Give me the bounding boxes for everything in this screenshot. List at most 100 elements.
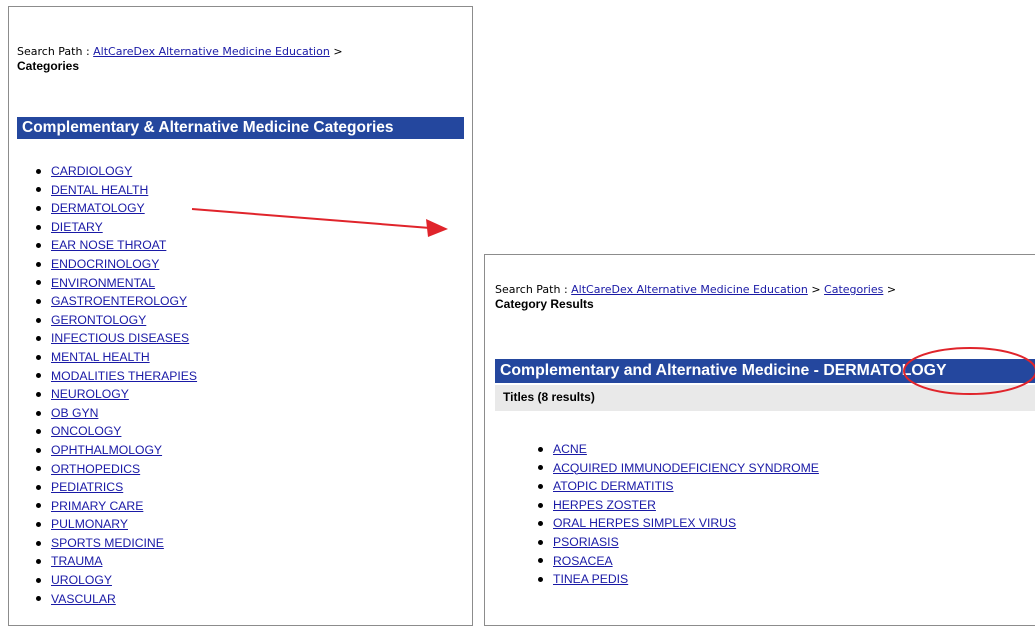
bullet-icon	[36, 187, 41, 193]
bullet-icon	[538, 539, 543, 545]
bullet-icon	[36, 540, 41, 546]
bullet-icon	[36, 336, 41, 342]
title-link[interactable]: ORAL HERPES SIMPLEX VIRUS	[553, 514, 736, 533]
title-item: ACQUIRED IMMUNODEFICIENCY SYNDROME	[538, 459, 819, 478]
title-link[interactable]: ACNE	[553, 440, 587, 459]
bullet-icon	[36, 391, 41, 397]
category-link[interactable]: TRAUMA	[51, 552, 102, 571]
bullet-icon	[36, 522, 41, 528]
category-item: EAR NOSE THROAT	[36, 236, 197, 255]
header-category: DERMATOLOGY	[823, 362, 947, 379]
category-link[interactable]: ONCOLOGY	[51, 422, 121, 441]
category-item: PULMONARY	[36, 515, 197, 534]
title-item: ORAL HERPES SIMPLEX VIRUS	[538, 514, 819, 533]
title-link[interactable]: ACQUIRED IMMUNODEFICIENCY SYNDROME	[553, 459, 819, 478]
category-item: DENTAL HEALTH	[36, 181, 197, 200]
category-link[interactable]: CARDIOLOGY	[51, 162, 132, 181]
page-title: Categories	[17, 59, 80, 73]
category-item: PRIMARY CARE	[36, 497, 197, 516]
results-count: Titles (8 results)	[495, 385, 1035, 411]
category-results-panel: Search Path : AltCareDex Alternative Med…	[484, 254, 1035, 626]
bullet-icon	[36, 168, 41, 174]
bullet-icon	[538, 502, 543, 508]
breadcrumb-separator: >	[333, 45, 343, 58]
category-item: NEUROLOGY	[36, 385, 197, 404]
title-link[interactable]: PSORIASIS	[553, 533, 619, 552]
category-item: GERONTOLOGY	[36, 311, 197, 330]
title-item: ROSACEA	[538, 552, 819, 571]
category-item: OB GYN	[36, 404, 197, 423]
category-list: CARDIOLOGY DENTAL HEALTH DERMATOLOGY DIETAR…	[36, 162, 197, 608]
category-link[interactable]: MENTAL HEALTH	[51, 348, 150, 367]
category-link[interactable]: ORTHOPEDICS	[51, 460, 140, 479]
bullet-icon	[36, 484, 41, 490]
title-link[interactable]: ATOPIC DERMATITIS	[553, 477, 674, 496]
title-link[interactable]: ROSACEA	[553, 552, 613, 571]
category-link[interactable]: OB GYN	[51, 404, 98, 423]
bullet-icon	[36, 224, 41, 230]
category-item: GASTROENTEROLOGY	[36, 292, 197, 311]
category-item: CARDIOLOGY	[36, 162, 197, 181]
categories-panel: Search Path : AltCareDex Alternative Med…	[8, 6, 473, 626]
bullet-icon	[36, 373, 41, 379]
bullet-icon	[36, 447, 41, 453]
bullet-icon	[538, 465, 543, 471]
category-link[interactable]: INFECTIOUS DISEASES	[51, 329, 189, 348]
category-link[interactable]: PEDIATRICS	[51, 478, 123, 497]
category-item: ENVIRONMENTAL	[36, 274, 197, 293]
bullet-icon	[36, 503, 41, 509]
category-item: PEDIATRICS	[36, 478, 197, 497]
page-title: Category Results	[495, 297, 594, 311]
category-item: TRAUMA	[36, 552, 197, 571]
category-item: INFECTIOUS DISEASES	[36, 329, 197, 348]
category-item: DERMATOLOGY	[36, 199, 197, 218]
title-item: ATOPIC DERMATITIS	[538, 477, 819, 496]
category-link[interactable]: ENDOCRINOLOGY	[51, 255, 159, 274]
category-link[interactable]: GASTROENTEROLOGY	[51, 292, 187, 311]
breadcrumb-link-categories[interactable]: Categories	[824, 283, 883, 296]
breadcrumb-separator: >	[886, 283, 897, 296]
header-prefix: Complementary and Alternative Medicine -	[500, 362, 824, 379]
title-item: HERPES ZOSTER	[538, 496, 819, 515]
title-link[interactable]: HERPES ZOSTER	[553, 496, 656, 515]
category-link[interactable]: DERMATOLOGY	[51, 199, 145, 218]
title-list: ACNE ACQUIRED IMMUNODEFICIENCY SYNDROME AT…	[538, 440, 819, 589]
category-item: ORTHOPEDICS	[36, 460, 197, 479]
title-item: PSORIASIS	[538, 533, 819, 552]
category-link[interactable]: UROLOGY	[51, 571, 112, 590]
category-link[interactable]: DIETARY	[51, 218, 103, 237]
title-item: ACNE	[538, 440, 819, 459]
bullet-icon	[538, 576, 543, 582]
bullet-icon	[36, 577, 41, 583]
breadcrumb: Search Path : AltCareDex Alternative Med…	[17, 45, 457, 73]
category-link[interactable]: SPORTS MEDICINE	[51, 534, 164, 553]
bullet-icon	[36, 410, 41, 416]
breadcrumb-link-home[interactable]: AltCareDex Alternative Medicine Educatio…	[571, 283, 808, 296]
bullet-icon	[538, 558, 543, 564]
category-link[interactable]: MODALITIES THERAPIES	[51, 367, 197, 386]
search-path-label: Search Path :	[495, 283, 568, 296]
category-link[interactable]: EAR NOSE THROAT	[51, 236, 166, 255]
bullet-icon	[36, 429, 41, 435]
category-link[interactable]: PRIMARY CARE	[51, 497, 143, 516]
category-link[interactable]: NEUROLOGY	[51, 385, 129, 404]
section-header: Complementary and Alternative Medicine -…	[495, 359, 1035, 383]
bullet-icon	[36, 280, 41, 286]
category-link[interactable]: DENTAL HEALTH	[51, 181, 148, 200]
bullet-icon	[36, 243, 41, 249]
bullet-icon	[538, 483, 543, 489]
category-link[interactable]: VASCULAR	[51, 590, 116, 609]
title-item: TINEA PEDIS	[538, 570, 819, 589]
category-link[interactable]: ENVIRONMENTAL	[51, 274, 155, 293]
category-item: MENTAL HEALTH	[36, 348, 197, 367]
bullet-icon	[538, 521, 543, 527]
bullet-icon	[36, 317, 41, 323]
breadcrumb-separator: >	[811, 283, 821, 296]
bullet-icon	[36, 354, 41, 360]
title-link[interactable]: TINEA PEDIS	[553, 570, 628, 589]
category-link[interactable]: GERONTOLOGY	[51, 311, 146, 330]
category-link[interactable]: OPHTHALMOLOGY	[51, 441, 162, 460]
category-link[interactable]: PULMONARY	[51, 515, 128, 534]
category-item: OPHTHALMOLOGY	[36, 441, 197, 460]
breadcrumb-link-home[interactable]: AltCareDex Alternative Medicine Educatio…	[93, 45, 330, 58]
